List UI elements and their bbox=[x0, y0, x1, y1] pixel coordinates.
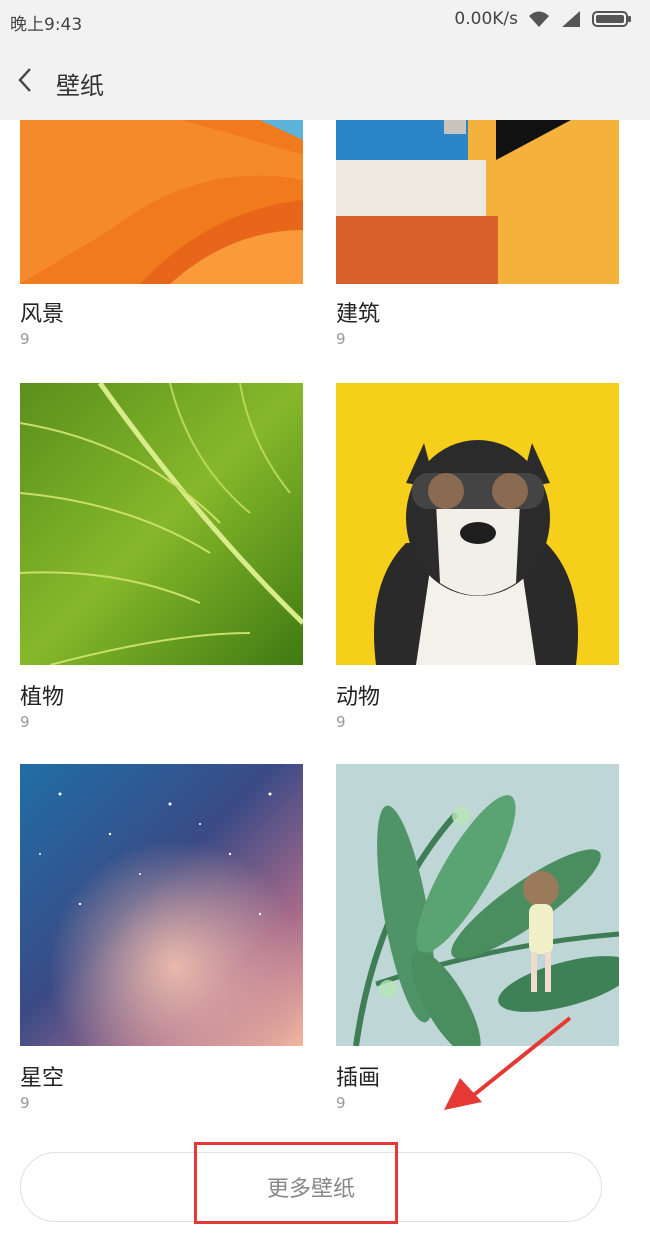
category-label: 动物 bbox=[336, 685, 381, 710]
title-bar: 壁纸 bbox=[0, 44, 650, 120]
wifi-icon bbox=[528, 10, 550, 28]
signal-icon bbox=[560, 10, 582, 28]
page-title: 壁纸 bbox=[56, 72, 104, 100]
category-thumbnail bbox=[20, 383, 303, 665]
back-button[interactable] bbox=[8, 64, 42, 100]
category-label: 植物 bbox=[20, 685, 65, 710]
category-tile-landscape[interactable]: 风景 9 bbox=[20, 120, 303, 350]
category-count: 9 bbox=[20, 713, 30, 731]
battery-icon bbox=[592, 10, 632, 28]
category-label: 建筑 bbox=[336, 302, 381, 327]
category-count: 9 bbox=[20, 1094, 30, 1112]
category-thumbnail bbox=[336, 764, 619, 1046]
network-speed: 0.00K/s bbox=[454, 9, 518, 29]
chevron-left-icon bbox=[17, 67, 33, 97]
category-count: 9 bbox=[20, 330, 30, 348]
category-thumbnail bbox=[20, 120, 303, 284]
category-tile-starry-sky[interactable]: 星空 9 bbox=[20, 764, 303, 1114]
category-count: 9 bbox=[336, 330, 346, 348]
category-thumbnail bbox=[20, 764, 303, 1046]
category-label: 星空 bbox=[20, 1066, 65, 1091]
category-count: 9 bbox=[336, 713, 346, 731]
category-count: 9 bbox=[336, 1094, 346, 1112]
category-label: 插画 bbox=[336, 1066, 381, 1091]
annotation-arrow bbox=[430, 1010, 580, 1124]
category-tile-animals[interactable]: 动物 9 bbox=[336, 383, 619, 733]
status-icons: 0.00K/s bbox=[454, 9, 632, 29]
category-label: 风景 bbox=[20, 302, 65, 327]
category-thumbnail bbox=[336, 383, 619, 665]
category-thumbnail bbox=[336, 120, 619, 284]
category-tile-plants[interactable]: 植物 9 bbox=[20, 383, 303, 733]
category-tile-architecture[interactable]: 建筑 9 bbox=[336, 120, 619, 350]
annotation-highlight-box bbox=[194, 1142, 398, 1224]
status-bar: 晚上9:43 0.00K/s bbox=[0, 0, 650, 44]
status-time: 晚上9:43 bbox=[10, 15, 83, 35]
